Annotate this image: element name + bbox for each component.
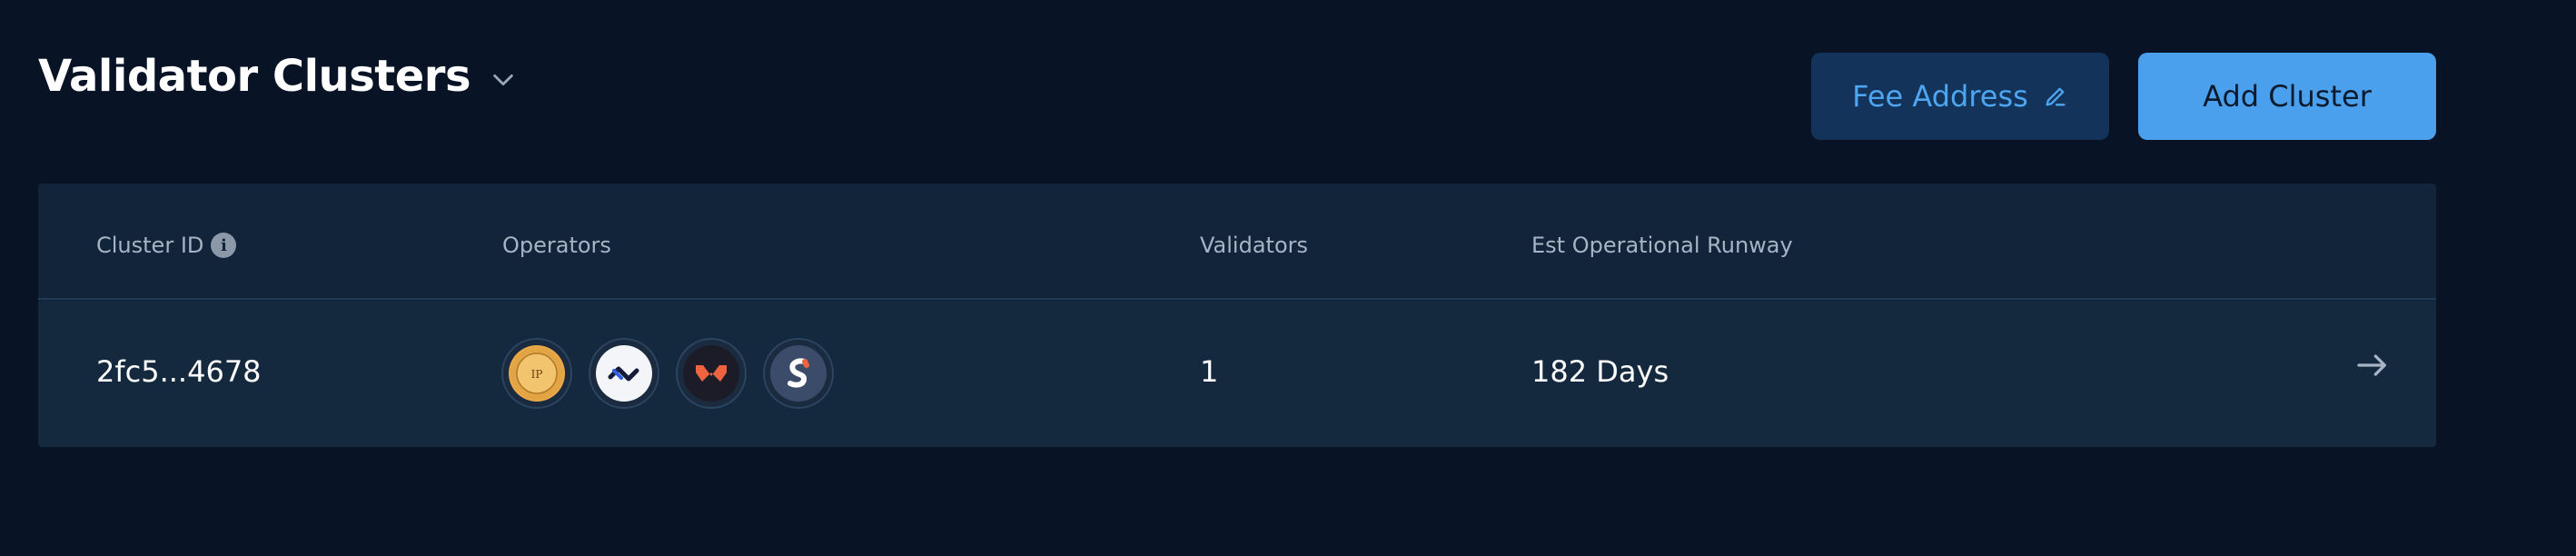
chain-link-icon (598, 347, 650, 400)
add-cluster-label: Add Cluster (2203, 79, 2372, 114)
chevron-down-icon[interactable] (490, 67, 516, 93)
fee-address-label: Fee Address (1852, 79, 2028, 114)
operator-chain-link-logo[interactable] (589, 338, 659, 409)
column-header-validators: Validators (1200, 233, 1308, 258)
arrow-right-icon[interactable] (2354, 347, 2391, 383)
runway-header-label: Est Operational Runway (1531, 233, 1793, 258)
info-icon[interactable]: i (211, 233, 237, 258)
operators-header-label: Operators (502, 233, 611, 258)
operator-s-logo[interactable] (763, 338, 834, 409)
add-cluster-button[interactable]: Add Cluster (2138, 53, 2436, 140)
validators-cell: 1 (1200, 354, 1219, 389)
fee-address-button[interactable]: Fee Address (1811, 53, 2109, 140)
operator-orange-mark-logo[interactable] (676, 338, 747, 409)
validators-header-label: Validators (1200, 233, 1309, 258)
runway-cell: 182 Days (1531, 354, 1669, 389)
pencil-icon (2046, 87, 2066, 106)
s-letter-icon (772, 347, 825, 400)
orange-mark-icon (685, 347, 738, 400)
operators-cell: IP (501, 338, 834, 409)
ip-coin-icon: IP (510, 347, 563, 400)
page-header: Validator Clusters (38, 51, 516, 102)
operator-ip-logo[interactable]: IP (501, 338, 572, 409)
table-header: Cluster ID i Operators Validators Est Op… (38, 184, 2436, 300)
validator-clusters-page: Validator Clusters Fee Address Add Clust… (0, 0, 2576, 556)
cluster-id-header-label: Cluster ID (96, 233, 204, 258)
column-header-cluster-id: Cluster ID i (96, 233, 237, 258)
clusters-table: Cluster ID i Operators Validators Est Op… (38, 184, 2436, 447)
table-row[interactable]: 2fc5...4678 IP 1 182 Days (38, 302, 2436, 447)
ip-coin-text: IP (531, 368, 543, 381)
column-header-runway: Est Operational Runway (1531, 233, 1793, 258)
page-title: Validator Clusters (38, 51, 471, 102)
cluster-id-cell: 2fc5...4678 (96, 354, 262, 389)
column-header-operators: Operators (502, 233, 611, 258)
